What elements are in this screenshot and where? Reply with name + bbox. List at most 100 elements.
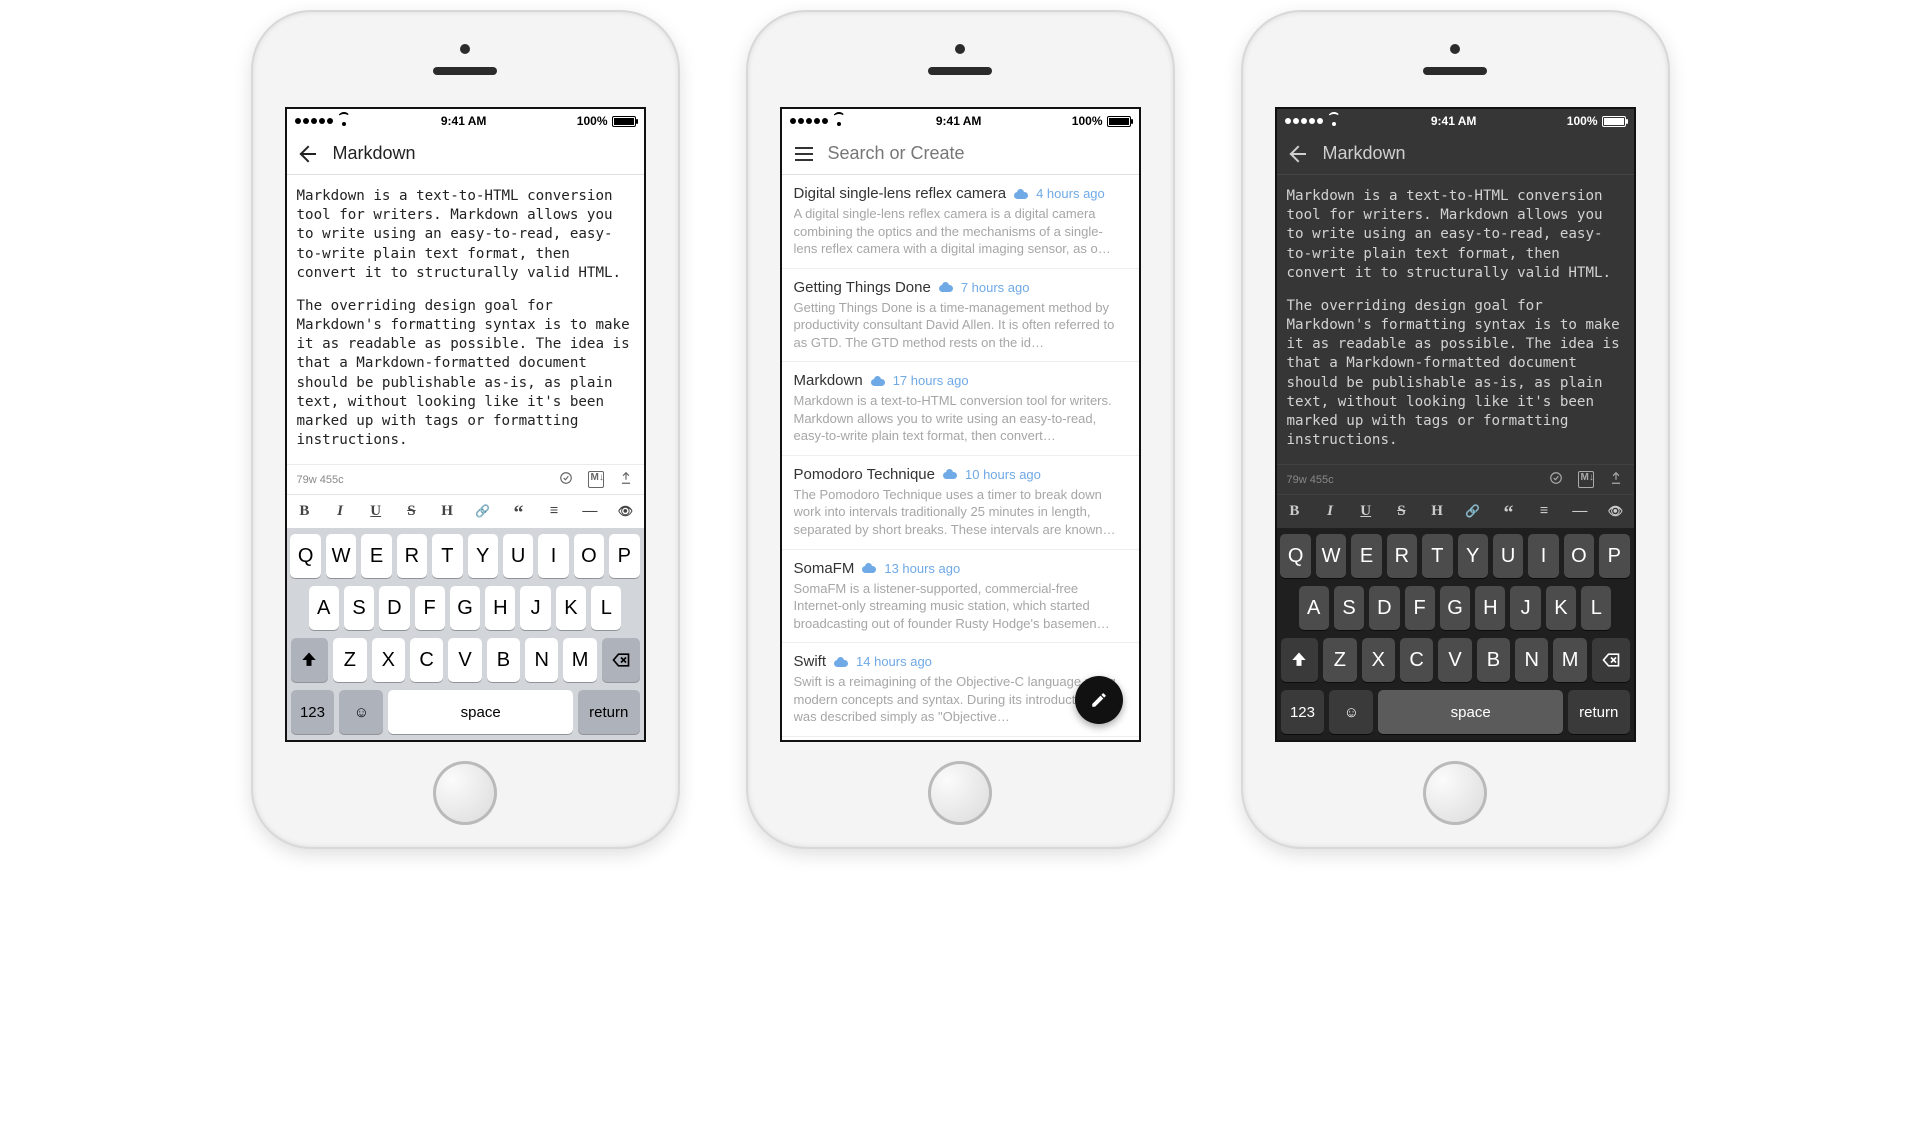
note-item[interactable]: SomaFM13 hours agoSomaFM is a listener-s… — [782, 550, 1139, 644]
key-h[interactable]: H — [1475, 586, 1505, 630]
key-d[interactable]: D — [379, 586, 409, 630]
home-button[interactable] — [928, 761, 992, 825]
key-g[interactable]: G — [450, 586, 480, 630]
heading-button[interactable]: H — [435, 503, 459, 520]
return-key[interactable]: return — [1568, 690, 1630, 734]
key-z[interactable]: Z — [1323, 638, 1356, 682]
list-button[interactable] — [1532, 503, 1556, 520]
heading-button[interactable]: H — [1425, 503, 1449, 520]
backspace-key[interactable] — [1592, 638, 1630, 682]
checkmark-circle-icon[interactable] — [1548, 471, 1564, 488]
key-o[interactable]: O — [1564, 534, 1594, 578]
home-button[interactable] — [1423, 761, 1487, 825]
markdown-icon[interactable]: M↓ — [588, 471, 604, 488]
blockquote-button[interactable] — [1496, 503, 1520, 520]
key-u[interactable]: U — [503, 534, 533, 578]
markdown-icon[interactable]: M↓ — [1578, 471, 1594, 488]
italic-button[interactable]: I — [1318, 503, 1342, 520]
back-button[interactable] — [1289, 144, 1309, 164]
key-l[interactable]: L — [591, 586, 621, 630]
shift-key[interactable] — [1281, 638, 1319, 682]
list-button[interactable] — [542, 503, 566, 520]
bold-button[interactable]: B — [292, 503, 316, 520]
key-d[interactable]: D — [1369, 586, 1399, 630]
editor-paragraph[interactable]: Markdown is a text-to-HTML conversion to… — [1287, 187, 1624, 283]
space-key[interactable]: space — [388, 690, 573, 734]
strikethrough-button[interactable]: S — [1389, 503, 1413, 520]
key-h[interactable]: H — [485, 586, 515, 630]
key-y[interactable]: Y — [1458, 534, 1488, 578]
key-w[interactable]: W — [326, 534, 356, 578]
key-j[interactable]: J — [1510, 586, 1540, 630]
editor-paragraph[interactable]: Markdown is a text-to-HTML conversion to… — [297, 187, 634, 283]
editor-paragraph[interactable]: The overriding design goal for Markdown'… — [1287, 297, 1624, 450]
numbers-key[interactable]: 123 — [1281, 690, 1325, 734]
key-w[interactable]: W — [1316, 534, 1346, 578]
share-icon[interactable] — [1608, 471, 1624, 488]
link-button[interactable] — [471, 503, 495, 520]
note-item[interactable]: Pomodoro Technique10 hours agoThe Pomodo… — [782, 456, 1139, 550]
key-q[interactable]: Q — [1280, 534, 1310, 578]
key-v[interactable]: V — [1438, 638, 1471, 682]
key-n[interactable]: N — [525, 638, 558, 682]
backspace-key[interactable] — [602, 638, 640, 682]
key-x[interactable]: X — [372, 638, 405, 682]
key-i[interactable]: I — [538, 534, 568, 578]
preview-button[interactable] — [614, 503, 638, 520]
key-c[interactable]: C — [410, 638, 443, 682]
preview-button[interactable] — [1604, 503, 1628, 520]
key-l[interactable]: L — [1581, 586, 1611, 630]
keyboard[interactable]: QWERTYUIOP ASDFGHJKL ZXCVBNM 123 ☺ space… — [287, 528, 644, 740]
editor-textarea[interactable]: Markdown is a text-to-HTML conversion to… — [287, 175, 644, 464]
note-item[interactable]: Markdown17 hours agoMarkdown is a text-t… — [782, 362, 1139, 456]
keyboard[interactable]: QWERTYUIOP ASDFGHJKL ZXCVBNM 123 ☺ space… — [1277, 528, 1634, 740]
key-e[interactable]: E — [361, 534, 391, 578]
numbers-key[interactable]: 123 — [291, 690, 335, 734]
space-key[interactable]: space — [1378, 690, 1563, 734]
key-r[interactable]: R — [1387, 534, 1417, 578]
italic-button[interactable]: I — [328, 503, 352, 520]
key-e[interactable]: E — [1351, 534, 1381, 578]
link-button[interactable] — [1461, 503, 1485, 520]
note-item[interactable]: Getting Things Done7 hours agoGetting Th… — [782, 269, 1139, 363]
key-g[interactable]: G — [1440, 586, 1470, 630]
key-k[interactable]: K — [1546, 586, 1576, 630]
key-s[interactable]: S — [344, 586, 374, 630]
key-n[interactable]: N — [1515, 638, 1548, 682]
emoji-key[interactable]: ☺ — [339, 690, 383, 734]
key-b[interactable]: B — [487, 638, 520, 682]
key-v[interactable]: V — [448, 638, 481, 682]
key-p[interactable]: P — [609, 534, 639, 578]
compose-fab[interactable] — [1075, 676, 1123, 724]
checkmark-circle-icon[interactable] — [558, 471, 574, 488]
notes-list[interactable]: Digital single-lens reflex camera4 hours… — [782, 175, 1139, 740]
return-key[interactable]: return — [578, 690, 640, 734]
key-o[interactable]: O — [574, 534, 604, 578]
note-item[interactable]: Digital single-lens reflex camera4 hours… — [782, 175, 1139, 269]
editor-textarea[interactable]: Markdown is a text-to-HTML conversion to… — [1277, 175, 1634, 464]
key-i[interactable]: I — [1528, 534, 1558, 578]
key-x[interactable]: X — [1362, 638, 1395, 682]
key-y[interactable]: Y — [468, 534, 498, 578]
underline-button[interactable]: U — [1354, 503, 1378, 520]
key-c[interactable]: C — [1400, 638, 1433, 682]
key-p[interactable]: P — [1599, 534, 1629, 578]
note-item[interactable]: The 20-20-20 Rule6 hours agoTo avoid eye… — [782, 737, 1139, 740]
hr-button[interactable] — [578, 503, 602, 520]
key-f[interactable]: F — [1405, 586, 1435, 630]
underline-button[interactable]: U — [364, 503, 388, 520]
key-a[interactable]: A — [309, 586, 339, 630]
key-r[interactable]: R — [397, 534, 427, 578]
menu-button[interactable] — [794, 144, 814, 164]
key-z[interactable]: Z — [333, 638, 366, 682]
editor-paragraph[interactable]: The overriding design goal for Markdown'… — [297, 297, 634, 450]
home-button[interactable] — [433, 761, 497, 825]
share-icon[interactable] — [618, 471, 634, 488]
key-f[interactable]: F — [415, 586, 445, 630]
back-button[interactable] — [299, 144, 319, 164]
key-t[interactable]: T — [1422, 534, 1452, 578]
key-j[interactable]: J — [520, 586, 550, 630]
shift-key[interactable] — [291, 638, 329, 682]
key-m[interactable]: M — [563, 638, 596, 682]
search-input[interactable]: Search or Create — [828, 143, 965, 164]
